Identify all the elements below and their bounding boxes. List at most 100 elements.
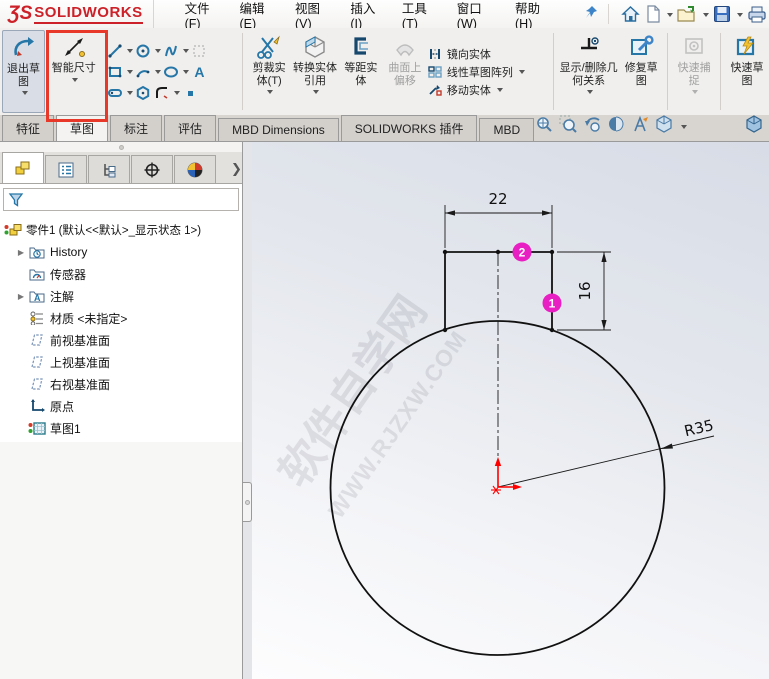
tab-sketch[interactable]: 草图	[56, 115, 109, 141]
tree-item-history[interactable]: ▶ History	[0, 241, 242, 263]
svg-text:22[interactable]: 22	[488, 190, 507, 208]
save-dropdown[interactable]	[737, 12, 743, 20]
display-style-icon[interactable]	[745, 115, 763, 138]
fillet-tool[interactable]	[153, 84, 171, 102]
sketch-plane-tool[interactable]	[190, 42, 208, 60]
ellipse-tool[interactable]	[162, 63, 180, 81]
surface-offset-button[interactable]: 曲面上偏移	[383, 30, 427, 113]
panel-splitter[interactable]	[243, 142, 252, 679]
tab-featuremanager-tree[interactable]	[2, 152, 44, 183]
pin-menu-icon[interactable]	[584, 5, 598, 24]
arc-dropdown[interactable]	[155, 70, 162, 77]
smart-dimension-dropdown[interactable]	[71, 77, 78, 85]
section-view-icon[interactable]	[607, 115, 625, 138]
zoom-area-icon[interactable]	[559, 115, 577, 138]
exit-sketch-dropdown[interactable]	[21, 91, 28, 98]
offset-entities-button[interactable]: 等距实体	[339, 30, 383, 113]
repair-sketch-icon	[631, 35, 654, 55]
tab-mbd-dimensions[interactable]: MBD Dimensions	[218, 118, 339, 141]
arc-tool[interactable]	[134, 63, 152, 81]
tab-markup[interactable]: 标注	[110, 115, 163, 141]
tab-mbd[interactable]: MBD	[479, 118, 535, 141]
tree-item-origin[interactable]: 原点	[0, 395, 242, 417]
spline-dropdown[interactable]	[183, 49, 190, 56]
tab-dimxpertmanager[interactable]	[131, 155, 173, 183]
tab-evaluate[interactable]: 评估	[164, 115, 217, 141]
rectangle-tool[interactable]	[106, 63, 124, 81]
trim-entities-button[interactable]: 剪裁实体(T)	[247, 30, 291, 113]
move-dropdown[interactable]	[496, 88, 503, 95]
new-document-button[interactable]	[644, 4, 663, 24]
convert-dropdown[interactable]	[313, 90, 320, 97]
circle-dropdown[interactable]	[155, 49, 162, 56]
polygon-tool[interactable]	[134, 84, 152, 102]
dimension-width-22[interactable]: 22	[444, 190, 553, 248]
tab-propertymanager[interactable]	[45, 155, 87, 183]
expand-arrow-icon[interactable]: ▶	[14, 248, 28, 257]
text-tool[interactable]: A	[190, 63, 208, 81]
callout-badge-1[interactable]: 1	[542, 293, 562, 313]
mirror-entities-button[interactable]: 镜向实体	[427, 46, 549, 62]
tab-configurationmanager[interactable]	[88, 155, 130, 183]
svg-text:16[interactable]: 16	[576, 281, 594, 300]
move-entities-button[interactable]: 移动实体	[427, 82, 549, 98]
display-delete-relations-button[interactable]: 显示/删除几何关系	[558, 30, 619, 113]
tree-item-front-plane[interactable]: 前视基准面	[0, 329, 242, 351]
view-orientation-dropdown[interactable]	[681, 125, 687, 132]
tree-item-material[interactable]: 材质 <未指定>	[0, 307, 242, 329]
save-button[interactable]	[711, 4, 733, 24]
tree-root-part[interactable]: 零件1 (默认<<默认>_显示状态 1>)	[0, 219, 242, 241]
callout-badge-2[interactable]: 2	[512, 242, 532, 262]
view-orientation-icon[interactable]	[655, 115, 673, 138]
slot-tool[interactable]	[106, 84, 124, 102]
convert-entities-button[interactable]: 转换实体引用	[291, 30, 339, 113]
slot-dropdown[interactable]	[127, 91, 134, 98]
origin-marker[interactable]	[491, 457, 522, 495]
tree-item-sketch1[interactable]: 草图1	[0, 417, 242, 439]
open-document-dropdown[interactable]	[703, 12, 709, 20]
point-tool[interactable]	[181, 84, 199, 102]
toolbar-separator	[720, 33, 722, 110]
line-tool[interactable]	[106, 42, 124, 60]
tab-features[interactable]: 特征	[2, 115, 55, 141]
repair-sketch-button[interactable]: 修复草图	[619, 30, 663, 113]
open-document-button[interactable]	[675, 4, 699, 24]
tree-item-top-plane[interactable]: 上视基准面	[0, 351, 242, 373]
linear-pattern-icon	[428, 65, 442, 78]
print-button[interactable]	[745, 4, 769, 24]
annotation-visibility-icon[interactable]	[631, 115, 649, 138]
panel-tabs-overflow-chevron[interactable]: ❯	[231, 161, 242, 183]
line-dropdown[interactable]	[127, 49, 134, 56]
quick-snaps-dropdown[interactable]	[692, 90, 699, 97]
tab-displaymanager[interactable]	[174, 155, 216, 183]
dimension-radius-r35[interactable]: R35	[497, 416, 715, 488]
rectangle-dropdown[interactable]	[127, 70, 134, 77]
heads-up-view-toolbar	[535, 115, 763, 141]
linear-pattern-dropdown[interactable]	[518, 70, 525, 77]
quick-snaps-button[interactable]: 快速捕捉	[672, 30, 716, 113]
circle-tool[interactable]	[134, 42, 152, 60]
fillet-dropdown[interactable]	[174, 91, 181, 98]
exit-sketch-button[interactable]: 退出草图	[2, 30, 46, 113]
panel-collapse-handle[interactable]	[243, 482, 252, 522]
rapid-sketch-button[interactable]: 快速草图	[725, 30, 769, 113]
tree-filter-input[interactable]	[3, 188, 239, 211]
smart-dimension-button[interactable]: 智能尺寸	[45, 30, 102, 113]
dimension-height-16[interactable]: 16	[557, 251, 611, 331]
ellipse-dropdown[interactable]	[183, 70, 190, 77]
linear-pattern-button[interactable]: 线性草图阵列	[427, 64, 549, 80]
home-button[interactable]	[619, 4, 642, 24]
tab-addins[interactable]: SOLIDWORKS 插件	[340, 115, 478, 141]
tree-item-annotations[interactable]: ▶ A 注解	[0, 285, 242, 307]
panel-grip[interactable]	[0, 142, 242, 152]
previous-view-icon[interactable]	[583, 115, 601, 138]
graphics-area[interactable]: 软件自学网 WWW.RJZXW.COM 22 16 R35 2 1	[252, 142, 769, 679]
trim-dropdown[interactable]	[267, 90, 274, 97]
tree-item-sensors[interactable]: 传感器	[0, 263, 242, 285]
zoom-fit-icon[interactable]	[535, 115, 553, 138]
expand-arrow-icon[interactable]: ▶	[14, 292, 28, 301]
new-document-dropdown[interactable]	[667, 12, 673, 20]
spline-tool[interactable]	[162, 42, 180, 60]
tree-item-right-plane[interactable]: 右视基准面	[0, 373, 242, 395]
relations-dropdown[interactable]	[586, 90, 593, 97]
